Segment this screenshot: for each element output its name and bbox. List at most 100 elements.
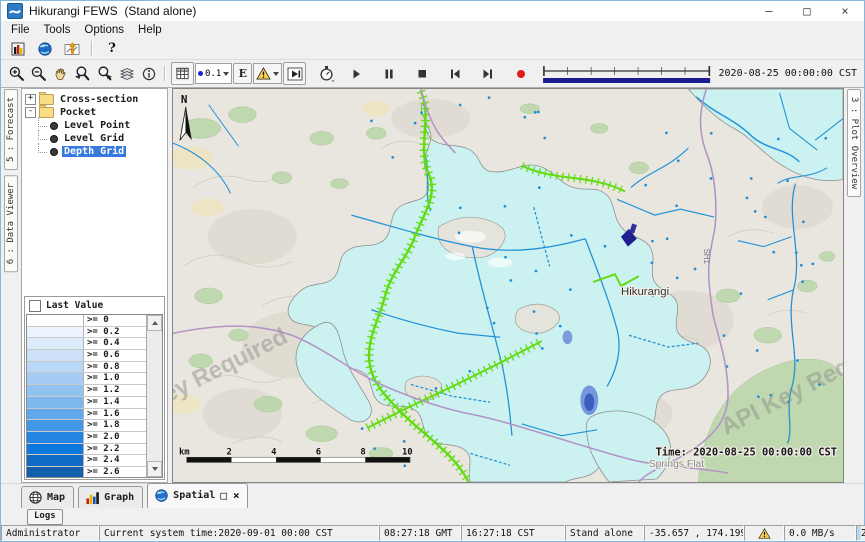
legend-row[interactable]: >= 1.4 (27, 397, 146, 409)
tab-plot-overview[interactable]: 3 : Plot Overview (847, 89, 861, 197)
legend-label: >= 0 (84, 315, 146, 326)
tree-label: Depth Grid (62, 146, 126, 157)
tree-node-depth-grid[interactable]: Depth Grid (25, 145, 165, 158)
scroll-down-icon[interactable] (147, 461, 162, 477)
labels-toggle-button[interactable]: E (233, 63, 252, 84)
legend-scrollbar[interactable] (146, 315, 162, 477)
tree-connector (38, 143, 47, 153)
north-label: N (181, 93, 188, 106)
warning-dropdown[interactable] (253, 63, 282, 84)
svg-text:6: 6 (316, 447, 321, 457)
bar-chart-icon (85, 490, 100, 505)
leaf-bullet-icon (50, 135, 58, 143)
chevron-down-icon (273, 72, 279, 76)
legend-swatch (27, 420, 84, 431)
legend-title: Last Value (46, 300, 103, 311)
pan-hand-icon[interactable] (50, 63, 71, 84)
main-toolbar: ? (1, 38, 864, 59)
spatial-display-icon[interactable] (60, 39, 84, 58)
tree-expander-icon[interactable]: - (25, 107, 36, 118)
maximize-icon[interactable]: □ (788, 1, 826, 21)
menu-item-file[interactable]: File (4, 23, 37, 37)
time-slider[interactable] (542, 64, 711, 84)
record-icon[interactable] (510, 63, 531, 84)
status-bar: Administrator Current system time:2020-0… (1, 525, 864, 541)
tab-spatial[interactable]: Spatial □ × (147, 483, 247, 508)
folder-icon (39, 94, 54, 105)
legend-row[interactable]: >= 1.8 (27, 420, 146, 432)
scroll-track[interactable] (147, 331, 162, 461)
menu-item-options[interactable]: Options (77, 23, 131, 37)
legend-row[interactable]: >= 2.2 (27, 444, 146, 456)
logs-button[interactable]: Logs (27, 509, 63, 525)
status-mode: Stand alone (565, 525, 644, 541)
skip-to-start-icon[interactable] (444, 63, 465, 84)
leaf-bullet-icon (50, 148, 58, 156)
skip-to-end-icon[interactable] (477, 63, 498, 84)
timer-icon[interactable] (316, 63, 337, 84)
menu-item-tools[interactable]: Tools (37, 23, 78, 37)
animation-window-icon[interactable] (283, 62, 306, 85)
tab-close-icon[interactable]: × (232, 489, 241, 502)
legend-row[interactable]: >= 0.2 (27, 327, 146, 339)
legend-row[interactable]: >= 0.6 (27, 350, 146, 362)
toolbar-separator (164, 66, 166, 81)
timeseries-dialog-icon[interactable] (6, 39, 30, 58)
status-warning-icon[interactable] (744, 525, 784, 541)
tree-node-cross-section[interactable]: + Cross-section (25, 93, 165, 106)
legend-row[interactable]: >= 1.0 (27, 373, 146, 385)
zoom-out-icon[interactable] (28, 63, 49, 84)
legend-row[interactable]: >= 0.4 (27, 338, 146, 350)
legend-row[interactable]: >= 2.4 (27, 455, 146, 467)
menu-item-help[interactable]: Help (131, 23, 169, 37)
legend-swatch (27, 444, 84, 455)
help-icon[interactable]: ? (100, 39, 124, 58)
status-coordinates: -35.657 , 174.199 (644, 525, 744, 541)
map-canvas[interactable]: API Key Required API Key Required Hikura… (172, 88, 844, 483)
tab-spatial-label: Spatial (173, 490, 215, 501)
zoom-next-icon[interactable] (94, 63, 115, 84)
grid-toggle-icon[interactable] (171, 62, 194, 85)
warning-icon (256, 67, 271, 80)
legend-row[interactable]: >= 2.6 (27, 467, 146, 477)
pause-icon[interactable] (378, 63, 399, 84)
legend-label: >= 1.0 (84, 373, 146, 384)
stop-icon[interactable] (411, 63, 432, 84)
map-toolbar: 0.1 E (1, 59, 864, 88)
legend-label: >= 2.6 (84, 467, 146, 477)
contour-interval-value: 0.1 (205, 69, 221, 79)
info-icon[interactable] (138, 63, 159, 84)
legend-row[interactable]: >= 0.8 (27, 362, 146, 374)
globe-blue-icon (154, 488, 169, 503)
legend-row[interactable]: >= 1.2 (27, 385, 146, 397)
tree-label: Cross-section (58, 94, 140, 105)
legend-label: >= 1.8 (84, 420, 146, 431)
contour-interval-dropdown[interactable]: 0.1 (195, 63, 232, 84)
leaf-bullet-icon (50, 122, 58, 130)
minimize-icon[interactable]: – (750, 1, 788, 21)
tab-forecast[interactable]: 5 : Forecast (4, 89, 18, 170)
status-memory: 2.5 GB (856, 525, 865, 541)
tab-map[interactable]: Map (21, 486, 74, 508)
legend-label: >= 0.6 (84, 350, 146, 361)
zoom-in-icon[interactable] (6, 63, 27, 84)
tab-data-viewer[interactable]: 6 : Data Viewer (4, 175, 18, 272)
app-window: Hikurangi FEWS (Stand alone) – □ × FileT… (0, 0, 865, 542)
map-display-icon[interactable] (33, 39, 57, 58)
tab-graph[interactable]: Graph (78, 486, 143, 508)
scroll-up-icon[interactable] (147, 315, 162, 331)
legend-row[interactable]: >= 1.6 (27, 409, 146, 421)
folder-icon (39, 107, 54, 118)
zoom-previous-icon[interactable] (72, 63, 93, 84)
layers-icon[interactable] (116, 63, 137, 84)
legend-label: >= 1.4 (84, 397, 146, 408)
tab-restore-icon[interactable]: □ (219, 489, 228, 502)
close-icon[interactable]: × (826, 1, 864, 21)
last-value-checkbox[interactable] (29, 300, 41, 312)
tree-expander-icon[interactable]: + (25, 94, 36, 105)
legend-row[interactable]: >= 2.0 (27, 432, 146, 444)
legend-row[interactable]: >= 0 (27, 315, 146, 327)
tree-node-pocket[interactable]: -Pocket (25, 106, 165, 119)
tab-map-label: Map (47, 492, 65, 503)
play-icon[interactable] (345, 63, 366, 84)
